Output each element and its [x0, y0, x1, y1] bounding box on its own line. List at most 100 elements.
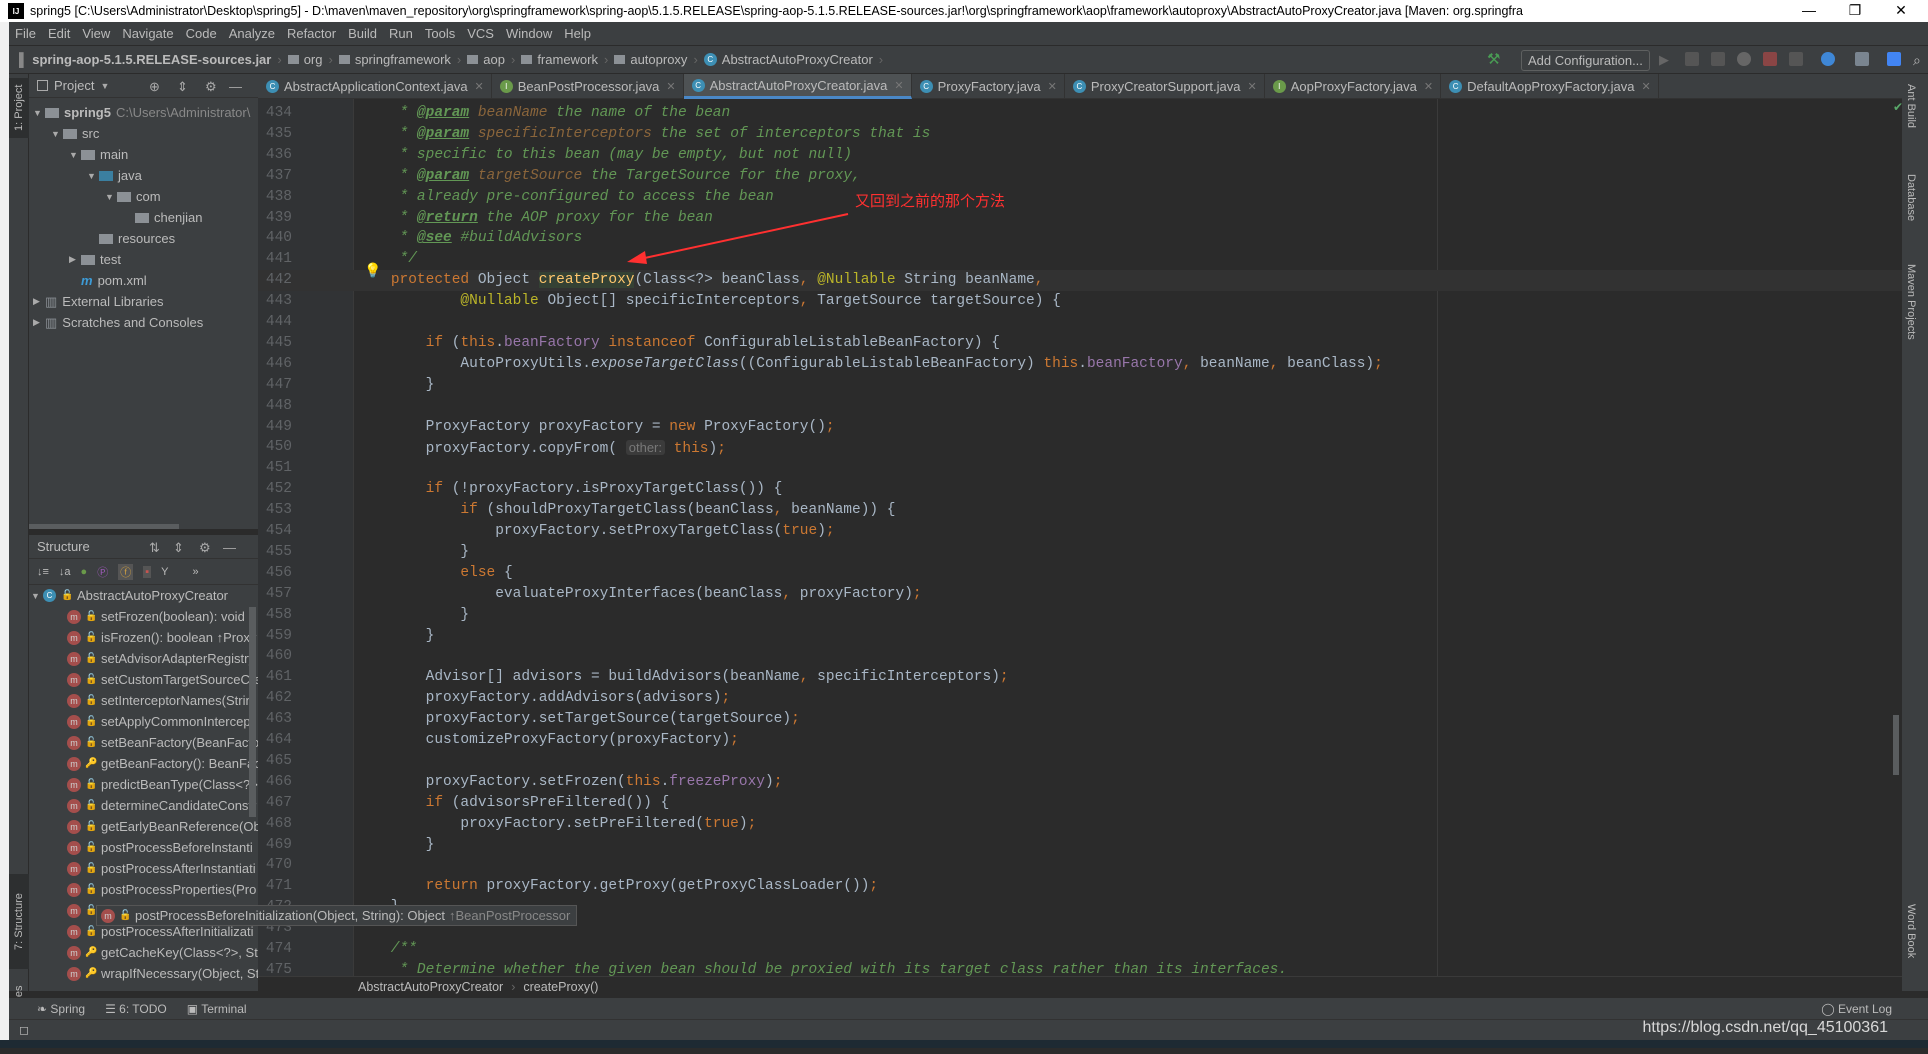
editor-scrollbar[interactable] [1893, 715, 1899, 775]
tab-proxyfactory[interactable]: C ProxyFactory.java ✕ [912, 74, 1065, 99]
structure-tool-tab[interactable]: 7: Structure [9, 874, 29, 969]
profile-icon[interactable] [1737, 52, 1751, 66]
show-lambdas-icon[interactable]: Y [161, 566, 168, 578]
structure-item[interactable]: m 🔓 setBeanFactory(BeanFactor [29, 732, 258, 753]
tree-item[interactable]: m pom.xml [29, 270, 258, 291]
add-configuration-button[interactable]: Add Configuration... [1521, 50, 1650, 71]
tab-beanpostprocessor[interactable]: I BeanPostProcessor.java ✕ [492, 74, 684, 99]
run-icon[interactable]: ▶ [1659, 52, 1673, 67]
expand-arrow-icon[interactable]: ▼ [31, 591, 43, 601]
structure-item[interactable]: m 🔓 getEarlyBeanReference(Ob [29, 816, 258, 837]
structure-item[interactable]: m 🔓 predictBeanType(Class<?> [29, 774, 258, 795]
close-tab-icon[interactable]: ✕ [1642, 80, 1651, 93]
tree-item[interactable]: ▶ ▥ Scratches and Consoles [29, 312, 258, 333]
menu-tools[interactable]: Tools [425, 26, 455, 41]
structure-item[interactable]: m 🔓 postProcessBeforeInstanti [29, 837, 258, 858]
close-tab-icon[interactable]: ✕ [1247, 80, 1256, 93]
gear-icon[interactable]: ⚙ [199, 540, 211, 556]
structure-item[interactable]: m 🔓 setFrozen(boolean): void ↑ [29, 606, 258, 627]
tab-aopproxyfactory[interactable]: I AopProxyFactory.java ✕ [1265, 74, 1442, 99]
structure-root[interactable]: ▼ C 🔓 AbstractAutoProxyCreator [29, 585, 258, 606]
hide-icon[interactable]: — [223, 540, 236, 555]
collapse-all-icon[interactable]: ⇕ [173, 540, 184, 556]
breadcrumb-method[interactable]: createProxy() [523, 980, 598, 994]
menu-vcs[interactable]: VCS [467, 26, 494, 41]
menu-view[interactable]: View [82, 26, 110, 41]
tool-tab-ant-build[interactable]: Ant Build [1905, 84, 1917, 128]
menu-build[interactable]: Build [348, 26, 377, 41]
expand-arrow-icon[interactable]: ▶ [33, 317, 45, 328]
project-structure-icon[interactable] [1855, 52, 1869, 66]
show-inherited-icon[interactable]: ● [81, 566, 88, 578]
translate-icon[interactable] [1887, 52, 1901, 66]
tab-abstractapplicationcontext[interactable]: C AbstractApplicationContext.java ✕ [258, 74, 492, 99]
close-tab-icon[interactable]: ✕ [894, 79, 903, 92]
expand-arrow-icon[interactable]: ▶ [33, 296, 45, 307]
close-tab-icon[interactable]: ✕ [1424, 80, 1433, 93]
show-fields-icon[interactable]: ⓕ [118, 563, 134, 580]
close-tab-icon[interactable]: ✕ [666, 80, 675, 93]
tool-tab-database[interactable]: Database [1905, 174, 1917, 221]
menu-help[interactable]: Help [564, 26, 591, 41]
locate-icon[interactable]: ⊕ [149, 79, 160, 95]
expand-arrow-icon[interactable]: ▶ [69, 254, 81, 265]
terminal-tool-button[interactable]: ▣ Terminal [187, 1002, 247, 1016]
structure-item[interactable]: m 🔓 postProcessProperties(Pro [29, 879, 258, 900]
tree-item[interactable]: ▼ spring5 C:\Users\Administrator\ [29, 102, 258, 123]
breadcrumb-item[interactable]: aop › [467, 52, 515, 67]
close-tab-icon[interactable]: ✕ [1048, 80, 1057, 93]
structure-item[interactable]: m 🔑 getBeanFactory(): BeanFact [29, 753, 258, 774]
expand-arrow-icon[interactable]: ▼ [105, 192, 117, 202]
debug-icon[interactable] [1685, 52, 1699, 66]
tree-item[interactable]: ▼ com [29, 186, 258, 207]
tree-item[interactable]: ▼ main [29, 144, 258, 165]
structure-item[interactable]: m 🔓 determineCandidateConstr [29, 795, 258, 816]
build-hammer-icon[interactable]: ⚒ [1487, 50, 1500, 68]
expand-arrow-icon[interactable]: ▼ [33, 108, 45, 118]
menu-analyze[interactable]: Analyze [229, 26, 275, 41]
close-tab-icon[interactable]: ✕ [475, 80, 484, 93]
structure-item[interactable]: m 🔓 isFrozen(): boolean ↑Proxy [29, 627, 258, 648]
menu-file[interactable]: File [15, 26, 36, 41]
expand-all-icon[interactable]: ⇅ [149, 540, 160, 556]
structure-item[interactable]: m 🔑 wrapIfNecessary(Object, St [29, 963, 258, 984]
update-icon[interactable] [1821, 52, 1835, 66]
tree-item[interactable]: ▶ ▥ External Libraries [29, 291, 258, 312]
tab-abstractautoproxycreator[interactable]: C AbstractAutoProxyCreator.java ✕ [683, 74, 912, 99]
show-non-public-icon[interactable]: ▪ [143, 565, 152, 578]
coverage-icon[interactable] [1711, 52, 1725, 66]
tool-windows-toggle-icon[interactable]: ◻ [19, 1023, 29, 1037]
expand-arrow-icon[interactable]: ▼ [51, 129, 63, 139]
collapse-all-icon[interactable]: ⇕ [177, 79, 188, 95]
breadcrumb-item[interactable]: autoproxy › [614, 52, 698, 67]
tree-item[interactable]: ▼ src [29, 123, 258, 144]
hide-icon[interactable]: — [229, 79, 242, 94]
stop-icon[interactable] [1789, 52, 1803, 66]
tree-item[interactable]: ▶ test [29, 249, 258, 270]
tree-item[interactable]: ▼ java [29, 165, 258, 186]
show-properties-icon[interactable]: Ⓟ [97, 564, 108, 580]
close-button[interactable]: ✕ [1878, 0, 1924, 22]
restore-button[interactable]: ❐ [1832, 0, 1878, 22]
breadcrumb-item[interactable]: framework › [521, 52, 608, 67]
expand-arrow-icon[interactable]: ▼ [69, 150, 81, 160]
structure-item[interactable]: m 🔓 setApplyCommonIntercept [29, 711, 258, 732]
menu-code[interactable]: Code [186, 26, 217, 41]
gear-icon[interactable]: ⚙ [205, 79, 217, 95]
structure-item[interactable]: m 🔑 getCacheKey(Class<?>, Str [29, 942, 258, 963]
breadcrumb-class[interactable]: AbstractAutoProxyCreator [358, 980, 503, 994]
breadcrumb-item[interactable]: C AbstractAutoProxyCreator › [703, 52, 883, 67]
structure-item[interactable]: m 🔓 setCustomTargetSourceCre [29, 669, 258, 690]
tab-defaultaopproxyfactory[interactable]: C DefaultAopProxyFactory.java ✕ [1441, 74, 1659, 99]
expand-arrow-icon[interactable]: ▼ [87, 171, 99, 181]
breadcrumb-item[interactable]: springframework › [338, 52, 461, 67]
structure-item[interactable]: m 🔓 setAdvisorAdapterRegistry [29, 648, 258, 669]
event-log-button[interactable]: ◯ Event Log [1821, 1002, 1892, 1016]
tool-tab-maven-projects[interactable]: Maven Projects [1905, 264, 1917, 340]
project-panel-title[interactable]: Project [54, 78, 94, 93]
tree-item[interactable]: chenjian [29, 207, 258, 228]
code-editor[interactable]: 434 * @param beanName the name of the be… [258, 99, 1902, 976]
search-icon[interactable]: ⌕ [1913, 52, 1927, 68]
spring-tool-button[interactable]: ❧ Spring [37, 1002, 85, 1016]
chevron-down-icon[interactable]: ▼ [100, 81, 109, 91]
